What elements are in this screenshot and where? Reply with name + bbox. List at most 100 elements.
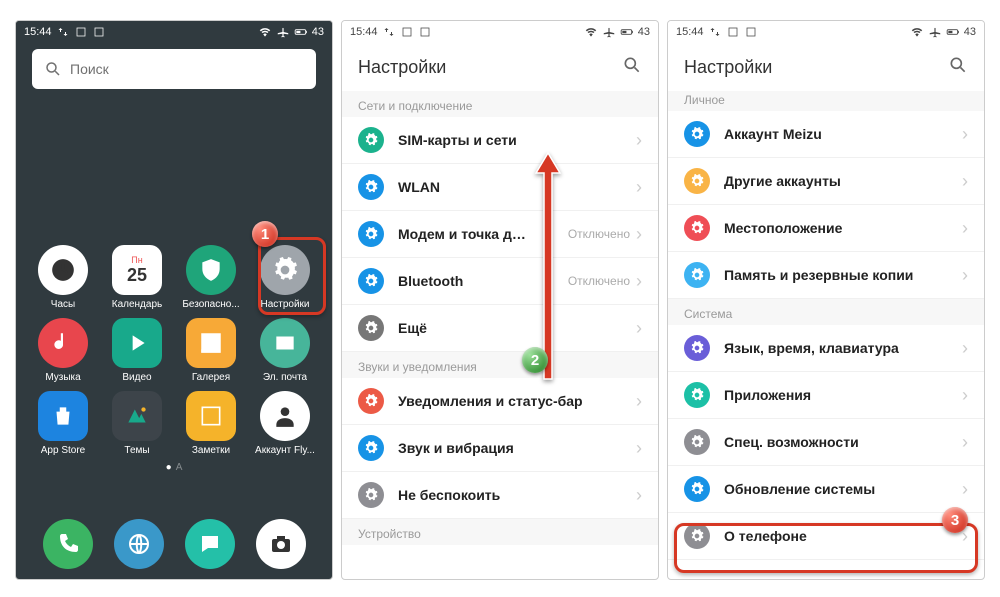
battery-icon	[946, 25, 960, 39]
app-Галерея[interactable]: Галерея	[176, 318, 246, 383]
settings-row[interactable]: Спец. возможности›	[668, 419, 984, 466]
row-icon	[358, 174, 384, 200]
settings-row[interactable]: Местоположение›	[668, 205, 984, 252]
search-button[interactable]	[948, 55, 968, 80]
dock	[16, 515, 332, 573]
row-icon	[684, 168, 710, 194]
settings-row[interactable]: Уведомления и статус-бар›	[342, 378, 658, 425]
app-label: Часы	[51, 299, 75, 310]
status-bar: 15:44 43	[342, 21, 658, 43]
row-icon	[358, 127, 384, 153]
app-label: Галерея	[192, 372, 230, 383]
row-label: Язык, время, клавиатура	[724, 340, 962, 356]
row-icon	[358, 315, 384, 341]
app-icon	[186, 318, 236, 368]
annotation-badge-3: 3	[942, 507, 968, 533]
settings-row[interactable]: Приложения›	[668, 372, 984, 419]
app-Настройки[interactable]: Настройки	[250, 245, 320, 310]
section-sound: Звуки и уведомления	[342, 352, 658, 378]
settings-header: Настройки	[342, 43, 658, 91]
chevron-right-icon: ›	[636, 177, 642, 198]
row-icon	[358, 435, 384, 461]
app-label: Аккаунт Fly...	[255, 445, 315, 456]
app-label: Видео	[122, 372, 151, 383]
app-label: Заметки	[192, 445, 230, 456]
section-system: Система	[668, 299, 984, 325]
settings-row[interactable]: Не беспокоить›	[342, 472, 658, 519]
page-indicator: ●A	[16, 462, 332, 473]
row-icon	[684, 382, 710, 408]
download-icon	[708, 25, 722, 39]
settings-row[interactable]: Язык, время, клавиатура›	[668, 325, 984, 372]
app-Эл. почта[interactable]: Эл. почта	[250, 318, 320, 383]
app-Календарь[interactable]: Пн25Календарь	[102, 245, 172, 310]
app-icon	[260, 245, 310, 295]
chevron-right-icon: ›	[962, 479, 968, 500]
row-label: Обновление системы	[724, 481, 962, 497]
row-icon	[684, 429, 710, 455]
row-icon	[684, 121, 710, 147]
app-Безопасно...[interactable]: Безопасно...	[176, 245, 246, 310]
settings-row[interactable]: BluetoothОтключено›	[342, 258, 658, 305]
card-icon	[400, 25, 414, 39]
app-Музыка[interactable]: Музыка	[28, 318, 98, 383]
chevron-right-icon: ›	[636, 391, 642, 412]
row-icon	[684, 335, 710, 361]
app-icon	[38, 318, 88, 368]
status-time: 15:44	[676, 26, 704, 38]
settings-row[interactable]: Модем и точка д…Отключено›	[342, 211, 658, 258]
chevron-right-icon: ›	[962, 338, 968, 359]
settings-row[interactable]: Ещё›	[342, 305, 658, 352]
row-icon	[358, 268, 384, 294]
annotation-badge-1: 1	[252, 221, 278, 247]
app-icon	[186, 245, 236, 295]
section-personal: Личное	[668, 91, 984, 111]
dock-browser[interactable]	[114, 519, 164, 569]
app-Заметки[interactable]: Заметки	[176, 391, 246, 456]
dock-phone[interactable]	[43, 519, 93, 569]
row-label: О телефоне	[724, 528, 962, 544]
settings-row[interactable]: Звук и вибрация›	[342, 425, 658, 472]
battery-icon	[620, 25, 634, 39]
settings-row[interactable]: Память и резервные копии›	[668, 252, 984, 299]
battery-level: 43	[964, 26, 976, 38]
settings-row[interactable]: Обновление системы›	[668, 466, 984, 513]
dock-camera[interactable]	[256, 519, 306, 569]
settings-row[interactable]: Другие аккаунты›	[668, 158, 984, 205]
settings-row[interactable]: SIM-карты и сети›	[342, 117, 658, 164]
search-icon	[44, 60, 62, 78]
app-label: Календарь	[112, 299, 162, 310]
airplane-icon	[602, 25, 616, 39]
app-Аккаунт Fly...[interactable]: Аккаунт Fly...	[250, 391, 320, 456]
battery-level: 43	[638, 26, 650, 38]
row-label: Bluetooth	[398, 273, 568, 289]
row-icon	[684, 523, 710, 549]
settings-row[interactable]: О телефоне›	[668, 513, 984, 560]
app-icon	[260, 318, 310, 368]
row-label: Спец. возможности	[724, 434, 962, 450]
app-App Store[interactable]: App Store	[28, 391, 98, 456]
settings-row[interactable]: Аккаунт Meizu›	[668, 111, 984, 158]
settings-row[interactable]: WLAN›	[342, 164, 658, 211]
app-icon	[112, 318, 162, 368]
row-icon	[358, 388, 384, 414]
chevron-right-icon: ›	[962, 265, 968, 286]
row-label: Аккаунт Meizu	[724, 126, 962, 142]
chevron-right-icon: ›	[962, 385, 968, 406]
wifi-icon	[584, 25, 598, 39]
app-icon	[260, 391, 310, 441]
app-Часы[interactable]: Часы	[28, 245, 98, 310]
app-Видео[interactable]: Видео	[102, 318, 172, 383]
row-label: Не беспокоить	[398, 487, 636, 503]
card-icon	[726, 25, 740, 39]
app-Темы[interactable]: Темы	[102, 391, 172, 456]
app-label: App Store	[41, 445, 85, 456]
app-icon	[38, 245, 88, 295]
search-input[interactable]: Поиск	[32, 49, 316, 89]
row-icon	[358, 482, 384, 508]
card-icon-2	[92, 25, 106, 39]
chevron-right-icon: ›	[962, 432, 968, 453]
app-icon	[112, 391, 162, 441]
search-button[interactable]	[622, 55, 642, 80]
dock-messages[interactable]	[185, 519, 235, 569]
